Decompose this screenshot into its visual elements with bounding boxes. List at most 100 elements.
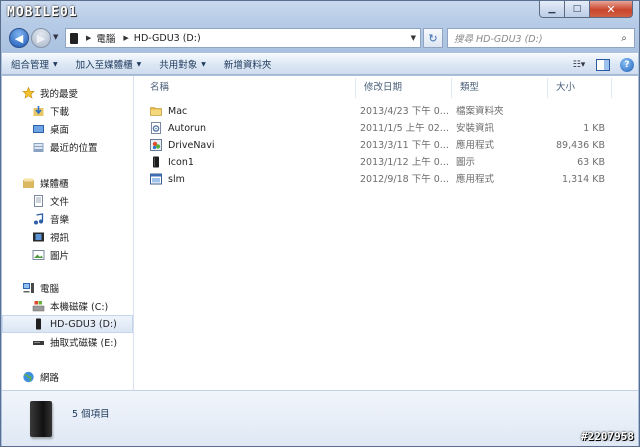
share-with-label: 共用對象 bbox=[159, 60, 198, 71]
sidebar-item-music[interactable]: 音樂 bbox=[2, 210, 133, 228]
sidebar-item-videos[interactable]: 視訊 bbox=[2, 228, 133, 246]
maximize-button[interactable]: □ bbox=[565, 1, 590, 18]
computer-icon bbox=[23, 283, 34, 293]
search-icon[interactable]: ⌕ bbox=[614, 33, 634, 44]
sidebar-item-drive-d[interactable]: HD-GDU3 (D:) bbox=[2, 315, 133, 333]
settings-file-icon bbox=[151, 121, 161, 134]
close-button[interactable]: ✕ bbox=[590, 1, 633, 18]
forward-arrow-icon: ▶ bbox=[36, 31, 46, 45]
removable-disk-icon bbox=[33, 341, 44, 345]
drive-icon bbox=[70, 32, 78, 44]
back-button[interactable]: ◀ bbox=[9, 28, 29, 48]
search-input[interactable]: 搜尋 HD-GDU3 (D:) bbox=[454, 31, 614, 45]
file-type: 應用程式 bbox=[456, 174, 495, 185]
sidebar-label: 桌面 bbox=[50, 125, 70, 136]
address-dropdown-icon[interactable]: ▼ bbox=[411, 34, 416, 42]
column-header-size[interactable]: 大小 bbox=[548, 78, 612, 98]
network-icon bbox=[23, 371, 34, 383]
refresh-icon: ↻ bbox=[428, 31, 438, 45]
minimize-button[interactable]: ▁ bbox=[539, 1, 565, 18]
sidebar-label: 下載 bbox=[50, 107, 70, 118]
sidebar-item-libraries[interactable]: 媒體櫃 bbox=[2, 174, 133, 192]
organize-label: 組合管理 bbox=[11, 60, 50, 71]
table-row[interactable]: DriveNavi 2013/3/11 下午 0... 應用程式 89,436 … bbox=[142, 137, 622, 154]
organize-button[interactable]: 組合管理 ▼ bbox=[2, 53, 67, 75]
sidebar-item-documents[interactable]: 文件 bbox=[2, 192, 133, 210]
sidebar-item-favorites[interactable]: 我的最愛 bbox=[2, 84, 133, 102]
preview-pane-icon[interactable] bbox=[596, 59, 610, 71]
sidebar-label: 視訊 bbox=[50, 233, 70, 244]
add-to-library-label: 加入至媒體櫃 bbox=[75, 60, 133, 71]
recent-places-icon bbox=[33, 143, 44, 152]
sidebar-item-drive-e[interactable]: 抽取式磁碟 (E:) bbox=[2, 333, 133, 351]
search-box[interactable]: 搜尋 HD-GDU3 (D:) ⌕ bbox=[447, 28, 635, 48]
add-to-library-button[interactable]: 加入至媒體櫃 ▼ bbox=[67, 53, 151, 75]
file-date: 2013/4/23 下午 0... bbox=[360, 106, 449, 117]
refresh-button[interactable]: ↻ bbox=[423, 28, 443, 48]
table-row[interactable]: slm 2012/9/18 下午 0... 應用程式 1,314 KB bbox=[142, 171, 622, 188]
star-icon bbox=[22, 87, 35, 99]
file-size bbox=[548, 103, 605, 120]
breadcrumb-drive[interactable]: HD-GDU3 (D:) bbox=[134, 33, 201, 44]
desktop-icon bbox=[33, 125, 44, 133]
table-row[interactable]: Icon1 2013/1/12 上午 0... 圖示 63 KB bbox=[142, 154, 622, 171]
table-row[interactable]: Autorun 2011/1/5 上午 02... 安裝資訊 1 KB bbox=[142, 120, 622, 137]
column-header-type[interactable]: 類型 bbox=[452, 78, 548, 98]
share-with-button[interactable]: 共用對象 ▼ bbox=[150, 53, 215, 75]
folder-icon bbox=[150, 106, 162, 116]
new-folder-button[interactable]: 新增資料夾 bbox=[215, 53, 281, 75]
address-bar[interactable]: ▶ 電腦 ▶ HD-GDU3 (D:) ▼ bbox=[65, 28, 421, 48]
sidebar-item-desktop[interactable]: 桌面 bbox=[2, 120, 133, 138]
column-header-date[interactable]: 修改日期 bbox=[356, 78, 452, 98]
file-name-cell: Mac bbox=[150, 103, 350, 120]
file-name-cell: Icon1 bbox=[150, 154, 350, 171]
sidebar-item-drive-c[interactable]: 本機磁碟 (C:) bbox=[2, 297, 133, 315]
change-view-icon[interactable]: ☷▾ bbox=[572, 60, 586, 71]
column-headers: 名稱 修改日期 類型 大小 bbox=[142, 78, 632, 98]
file-date: 2011/1/5 上午 02... bbox=[360, 123, 449, 134]
sidebar-item-recent[interactable]: 最近的位置 bbox=[2, 138, 133, 156]
chevron-down-icon: ▼ bbox=[136, 60, 142, 68]
sidebar-label: 電腦 bbox=[40, 284, 60, 295]
view-controls: ☷▾ ? bbox=[572, 54, 634, 76]
breadcrumb-item[interactable]: ▶ HD-GDU3 (D:) bbox=[121, 33, 200, 44]
watermark: MOBILE01 bbox=[7, 5, 78, 20]
file-name-cell: DriveNavi bbox=[150, 137, 350, 154]
downloads-folder-icon bbox=[33, 106, 44, 116]
sidebar-item-network[interactable]: 網路 bbox=[2, 368, 133, 386]
caption-buttons: ▁ □ ✕ bbox=[539, 1, 633, 18]
external-drive-icon bbox=[30, 401, 52, 437]
sidebar-item-computer[interactable]: 電腦 bbox=[2, 279, 133, 297]
back-forward-group: ◀ ▶ ▼ bbox=[7, 27, 58, 49]
music-icon bbox=[34, 213, 44, 225]
file-type: 檔案資料夾 bbox=[456, 106, 504, 117]
drive-icon bbox=[153, 156, 159, 167]
breadcrumb-computer[interactable]: 電腦 bbox=[96, 31, 115, 45]
breadcrumb-arrow-icon: ▶ bbox=[123, 34, 129, 42]
app-window-icon bbox=[150, 173, 162, 184]
file-name-cell: slm bbox=[150, 171, 350, 188]
file-date: 2013/3/11 下午 0... bbox=[360, 140, 449, 151]
recent-pages-dropdown[interactable]: ▼ bbox=[53, 33, 58, 41]
hard-disk-icon bbox=[32, 301, 45, 312]
sidebar-label: 最近的位置 bbox=[50, 143, 98, 154]
file-date: 2012/9/18 下午 0... bbox=[360, 174, 449, 185]
file-size: 63 KB bbox=[577, 157, 605, 168]
main-area: 我的最愛 下載 桌面 最近的位置 媒體櫃 文件 音樂 視訊 圖片 電腦 本機磁碟… bbox=[2, 76, 638, 390]
file-type: 應用程式 bbox=[456, 140, 495, 151]
image-id-badge: #2207958 bbox=[581, 430, 634, 443]
sidebar-item-downloads[interactable]: 下載 bbox=[2, 102, 133, 120]
help-icon[interactable]: ? bbox=[620, 58, 634, 72]
table-row[interactable]: Mac 2013/4/23 下午 0... 檔案資料夾 bbox=[142, 103, 622, 120]
file-name-cell: Autorun bbox=[150, 120, 350, 137]
documents-icon bbox=[34, 195, 43, 207]
explorer-window: MOBILE01 ▁ □ ✕ ◀ ▶ ▼ ▶ 電腦 ▶ HD-GDU3 (D:) ▼… bbox=[0, 0, 640, 447]
file-name: Autorun bbox=[168, 123, 207, 134]
sidebar-label: 我的最愛 bbox=[40, 89, 79, 100]
chevron-down-icon: ▼ bbox=[201, 60, 206, 68]
sidebar-item-pictures[interactable]: 圖片 bbox=[2, 246, 133, 264]
breadcrumb-item[interactable]: ▶ 電腦 bbox=[84, 31, 115, 45]
column-header-name[interactable]: 名稱 bbox=[142, 78, 356, 98]
forward-button[interactable]: ▶ bbox=[31, 28, 51, 48]
minimize-icon: ▁ bbox=[548, 4, 556, 14]
